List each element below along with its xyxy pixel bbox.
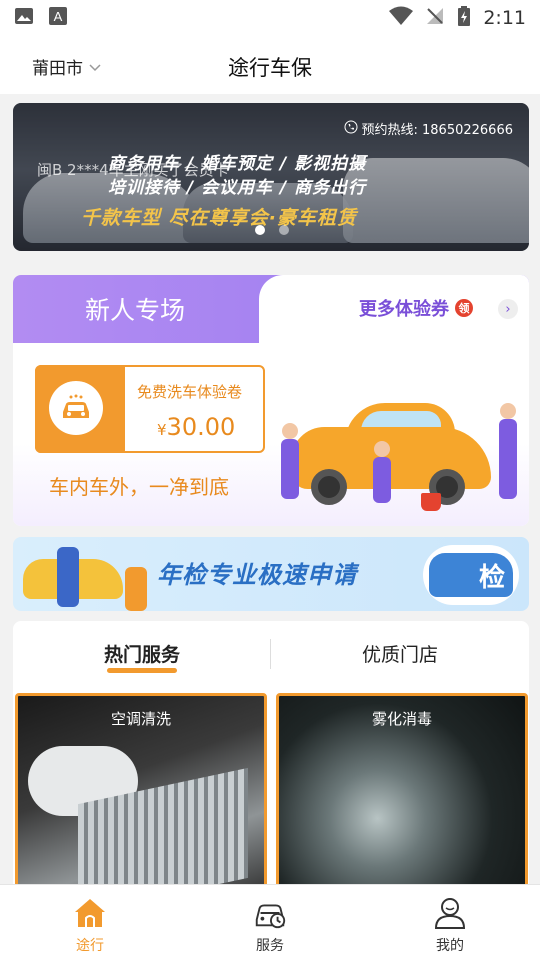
hotline-text: 预约热线: 18650226666: [344, 119, 513, 138]
car-wash-icon: [49, 381, 103, 435]
carousel-dots: [255, 225, 289, 235]
home-icon: [72, 895, 108, 931]
new-user-section: 新人专场 更多体验券 领 › 免费洗车体验卷 ¥30.00 车内车外，一净到底: [13, 275, 529, 526]
service-card-label: 雾化消毒: [371, 710, 432, 728]
car-wash-illustration: [281, 399, 527, 517]
status-bar: A 2:11: [0, 0, 540, 36]
more-coupons-link[interactable]: 更多体验券 领: [359, 295, 473, 321]
battery-icon: [457, 5, 471, 31]
svg-text:A: A: [54, 9, 63, 24]
service-card-label: 空调清洗: [110, 710, 171, 728]
claim-badge: 领: [455, 299, 473, 317]
inspection-icon: 检: [423, 545, 519, 605]
page-title: 途行车保: [228, 56, 312, 80]
car-wash-coupon[interactable]: 免费洗车体验卷 ¥30.00: [35, 365, 265, 453]
clock: 2:11: [483, 7, 526, 29]
coupon-price: ¥30.00: [157, 413, 236, 441]
nav-item-profile[interactable]: 我的: [360, 885, 540, 960]
carousel-dot[interactable]: [279, 225, 289, 235]
user-icon: [432, 895, 468, 931]
inspection-title: 年检专业极速申请: [157, 561, 357, 589]
coupon-name: 免费洗车体验卷: [137, 383, 243, 401]
annual-inspection-banner[interactable]: 年检专业极速申请 检: [13, 537, 529, 611]
image-icon: [14, 6, 34, 30]
banner-line-1: 商务用车 / 婚车预定 / 影视拍摄: [108, 154, 367, 174]
phone-icon: [344, 120, 358, 138]
new-user-slogan: 车内车外，一净到底: [49, 475, 229, 499]
services-section: 热门服务 优质门店 空调清洗 雾化消毒: [13, 621, 529, 911]
car-service-icon: [252, 895, 288, 931]
chevron-right-icon[interactable]: ›: [498, 299, 518, 319]
new-user-title: 新人专场: [85, 296, 186, 325]
service-card-disinfection[interactable]: 雾化消毒: [276, 693, 528, 903]
banner-slogan: 千款车型 尽在尊享会·豪车租赁: [81, 207, 357, 229]
no-signal-icon: [425, 6, 445, 30]
nav-item-service[interactable]: 服务: [180, 885, 360, 960]
active-tab-indicator: [107, 668, 177, 673]
service-tabs: 热门服务 优质门店: [13, 621, 529, 685]
carousel-dot-active[interactable]: [255, 225, 265, 235]
tab-quality-stores[interactable]: 优质门店: [271, 621, 529, 685]
banner-line-2: 培训接待 / 会议用车 / 商务出行: [108, 178, 367, 198]
nav-item-home[interactable]: 途行: [0, 885, 180, 960]
service-card-ac-cleaning[interactable]: 空调清洗: [15, 693, 267, 903]
promo-banner[interactable]: 预约热线: 18650226666 闽B 2***4车主刚买了会员卡 商务用车 …: [13, 103, 529, 251]
tab-hot-services[interactable]: 热门服务: [13, 621, 271, 685]
wifi-icon: [389, 6, 414, 30]
app-header: 莆田市 途行车保: [0, 36, 540, 94]
font-icon: A: [48, 6, 68, 30]
bottom-nav: 途行 服务 我的: [0, 884, 540, 960]
